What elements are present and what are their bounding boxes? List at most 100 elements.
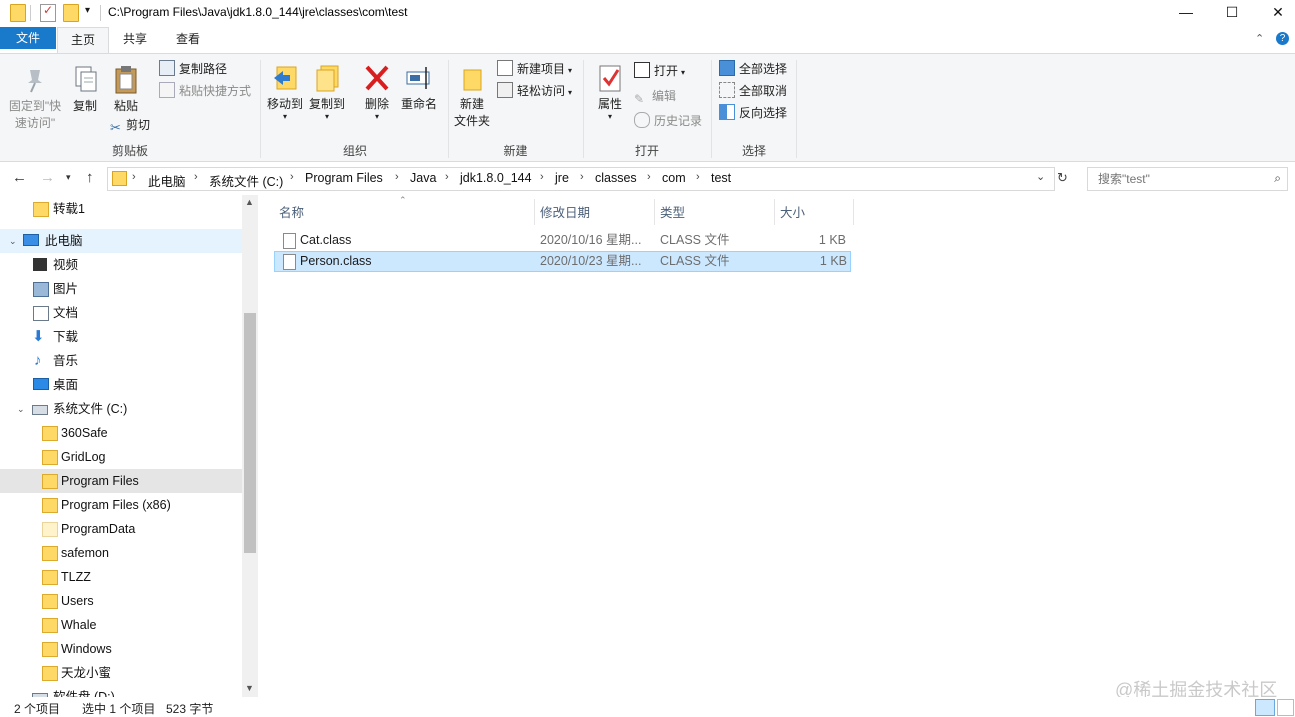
tab-file[interactable]: 文件 — [0, 27, 56, 49]
column-header-date[interactable]: 修改日期 — [540, 202, 590, 221]
new-folder-button[interactable]: 新建 文件夹 — [452, 62, 492, 130]
sidebar-item-folder[interactable]: safemon — [0, 541, 242, 565]
breadcrumb-item[interactable]: Java — [410, 171, 436, 185]
forward-arrow-icon[interactable]: → — [40, 169, 55, 186]
copy-path-button[interactable]: 复制路径 — [159, 60, 227, 78]
easy-access-button[interactable]: 轻松访问 ▾ — [497, 82, 572, 100]
sidebar-item-videos[interactable]: 视频 — [0, 253, 242, 277]
sidebar-item-desktop[interactable]: 桌面 — [0, 373, 242, 397]
address-bar[interactable]: › 此电脑 › 系统文件 (C:) › Program Files › Java › jdk1.… — [107, 167, 1055, 191]
sidebar-item-drive-d[interactable]: 软件盘 (D:) — [0, 685, 242, 697]
move-to-button[interactable]: 移动到 ▾ — [265, 62, 305, 121]
recent-locations-icon[interactable]: ▾ — [66, 172, 71, 183]
refresh-icon[interactable]: ↻ — [1057, 170, 1068, 186]
select-all-label: 全部选择 — [739, 62, 788, 76]
address-dropdown-icon[interactable]: ⌄ — [1036, 170, 1045, 183]
up-arrow-icon[interactable]: ↑ — [86, 169, 94, 186]
delete-button[interactable]: 删除 ▾ — [359, 62, 395, 121]
paste-button[interactable]: 粘贴 — [106, 64, 146, 115]
column-separator[interactable] — [853, 199, 854, 225]
copy-to-button[interactable]: 复制到 ▾ — [307, 62, 347, 121]
breadcrumb-item[interactable]: 系统文件 (C:) — [209, 171, 283, 190]
chevron-right-icon[interactable]: › — [395, 171, 399, 183]
close-button[interactable]: ✕ — [1255, 0, 1295, 26]
open-button[interactable]: 打开 ▾ — [634, 62, 685, 80]
chevron-right-icon[interactable]: › — [132, 171, 136, 183]
chevron-right-icon[interactable]: › — [647, 171, 651, 183]
file-row[interactable]: Cat.class 2020/10/16 星期... CLASS 文件 1 KB — [275, 230, 850, 251]
sidebar-item-music[interactable]: ♪ 音乐 — [0, 349, 242, 373]
copy-button[interactable]: 复制 — [66, 64, 104, 115]
breadcrumb-item[interactable]: jdk1.8.0_144 — [460, 171, 532, 185]
scroll-down-icon[interactable]: ▼ — [245, 683, 254, 693]
sidebar-item-folder[interactable]: TLZZ — [0, 565, 242, 589]
breadcrumb-item[interactable]: classes — [595, 171, 637, 185]
new-folder-quick-icon[interactable] — [63, 4, 79, 22]
sidebar-item-program-files[interactable]: Program Files — [0, 469, 242, 493]
column-header-type[interactable]: 类型 — [660, 202, 685, 221]
new-item-button[interactable]: 新建项目 ▾ — [497, 60, 572, 78]
maximize-button[interactable]: ☐ — [1209, 0, 1255, 26]
chevron-right-icon[interactable]: › — [290, 171, 294, 183]
sidebar-item-downloads[interactable]: ⬇ 下载 — [0, 325, 242, 349]
minimize-button[interactable]: — — [1163, 0, 1209, 26]
tab-home[interactable]: 主页 — [57, 27, 109, 53]
tab-share[interactable]: 共享 — [110, 27, 160, 51]
chevron-right-icon[interactable]: › — [194, 171, 198, 183]
breadcrumb-item[interactable]: test — [711, 171, 731, 185]
column-header-name[interactable]: 名称 — [279, 202, 304, 221]
expand-chevron-icon[interactable]: ⌄ — [17, 397, 25, 421]
sidebar-item-folder[interactable]: 360Safe — [0, 421, 242, 445]
search-box[interactable]: ⌕ — [1087, 167, 1288, 191]
paste-shortcut-button[interactable]: 粘贴快捷方式 — [159, 82, 251, 100]
sidebar-item-zhuanzai[interactable]: 转载1 — [0, 197, 242, 221]
search-icon[interactable]: ⌕ — [1274, 171, 1281, 186]
column-separator[interactable] — [534, 199, 535, 225]
details-view-icon[interactable] — [1255, 699, 1275, 716]
sidebar-item-drive-c[interactable]: ⌄ 系统文件 (C:) — [0, 397, 242, 421]
search-input[interactable] — [1096, 168, 1270, 190]
invert-selection-button[interactable]: 反向选择 — [719, 104, 787, 122]
breadcrumb-item[interactable]: com — [662, 171, 686, 185]
properties-button[interactable]: 属性 ▾ — [592, 62, 628, 121]
sidebar-item-folder[interactable]: ProgramData — [0, 517, 242, 541]
sidebar-item-folder[interactable]: Users — [0, 589, 242, 613]
rename-button[interactable]: 重命名 — [399, 62, 439, 113]
collapse-ribbon-icon[interactable]: ⌃ — [1255, 32, 1264, 45]
select-all-button[interactable]: 全部选择 — [719, 60, 787, 78]
customize-dropdown-icon[interactable]: ▾ — [85, 5, 90, 16]
edit-button[interactable]: ✎ 编辑 — [634, 87, 676, 106]
large-icons-view-icon[interactable] — [1277, 699, 1294, 716]
help-icon[interactable]: ? — [1276, 32, 1289, 45]
history-button[interactable]: 历史记录 — [634, 112, 702, 130]
expand-chevron-icon[interactable]: ⌄ — [9, 229, 17, 253]
back-arrow-icon[interactable]: ← — [12, 169, 27, 186]
pin-quick-access-button[interactable]: 固定到"快 速访问" — [6, 64, 64, 132]
tab-view[interactable]: 查看 — [163, 27, 213, 51]
sidebar-item-folder[interactable]: 天龙小蜜 — [0, 661, 242, 685]
sidebar-item-folder[interactable]: Windows — [0, 637, 242, 661]
column-separator[interactable] — [774, 199, 775, 225]
breadcrumb-item[interactable]: 此电脑 — [148, 171, 186, 190]
file-row-selected[interactable]: Person.class 2020/10/23 星期... CLASS 文件 1… — [274, 251, 851, 272]
sidebar-item-pictures[interactable]: 图片 — [0, 277, 242, 301]
sidebar-item-documents[interactable]: 文档 — [0, 301, 242, 325]
sidebar-item-folder[interactable]: Program Files (x86) — [0, 493, 242, 517]
cut-button[interactable]: ✂ 剪切 — [110, 116, 150, 135]
breadcrumb-item[interactable]: jre — [555, 171, 569, 185]
properties-quick-icon[interactable]: ✓ — [40, 3, 56, 22]
scrollbar-thumb[interactable] — [244, 313, 256, 553]
chevron-right-icon[interactable]: › — [580, 171, 584, 183]
sidebar-item-this-pc[interactable]: ⌄ 此电脑 — [0, 229, 242, 253]
chevron-right-icon[interactable]: › — [540, 171, 544, 183]
chevron-right-icon[interactable]: › — [445, 171, 449, 183]
sidebar-scrollbar[interactable]: ▲ ▼ — [242, 195, 258, 697]
column-header-size[interactable]: 大小 — [780, 202, 805, 221]
scroll-up-icon[interactable]: ▲ — [245, 197, 254, 207]
select-none-button[interactable]: 全部取消 — [719, 82, 787, 100]
breadcrumb-item[interactable]: Program Files — [305, 171, 383, 185]
sidebar-item-folder[interactable]: Whale — [0, 613, 242, 637]
chevron-right-icon[interactable]: › — [696, 171, 700, 183]
sidebar-item-folder[interactable]: GridLog — [0, 445, 242, 469]
column-separator[interactable] — [654, 199, 655, 225]
